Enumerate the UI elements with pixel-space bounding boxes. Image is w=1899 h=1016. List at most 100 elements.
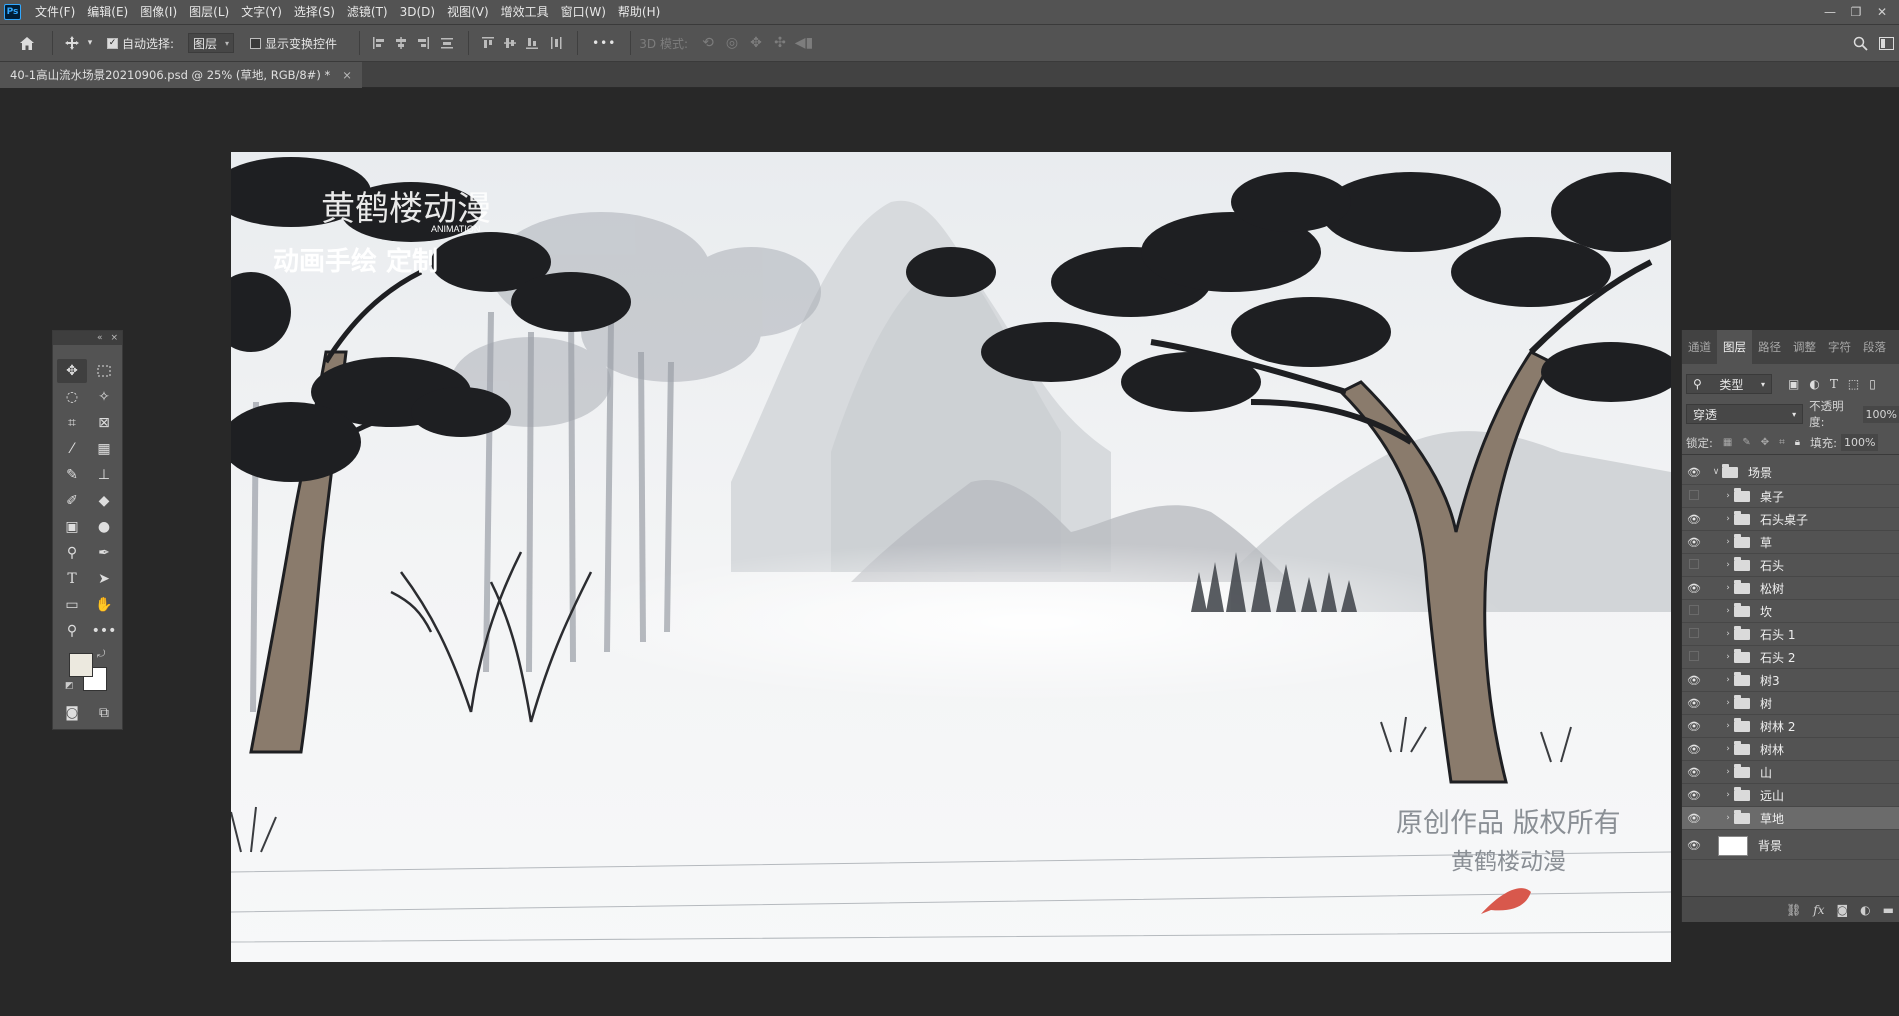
filter-smart-icon[interactable]: ▯ [1869,377,1876,391]
menu-plugins[interactable]: 增效工具 [495,0,555,24]
close-tab-button[interactable]: × [342,68,352,82]
visibility-toggle-off[interactable] [1689,650,1699,661]
history-brush-icon[interactable]: ✐ [57,489,87,513]
visibility-eye-icon[interactable]: 👁︎ [1682,466,1706,479]
close-window-button[interactable]: ✕ [1869,5,1895,19]
menu-view[interactable]: 视图(V) [441,0,495,24]
align-center-h-icon[interactable] [390,24,412,62]
auto-select-target-dropdown[interactable]: 图层 ▾ [188,33,235,53]
distribute-icon[interactable] [434,24,460,62]
layer-row[interactable]: 👁︎ › 石头桌子 [1682,508,1899,531]
pen-tool-icon[interactable]: ✒ [89,541,119,565]
rectangle-tool-icon[interactable]: ▭ [57,593,87,617]
document-tab[interactable]: 40-1高山流水场景20210906.psd @ 25% (草地, RGB/8#… [0,62,362,88]
eyedropper-icon[interactable]: ⁄ [57,437,87,461]
tab-adjustments[interactable]: 调整 [1787,330,1822,364]
visibility-slot[interactable] [1682,627,1706,641]
opacity-input[interactable]: 100% [1862,405,1899,423]
lock-all-icon[interactable]: 🔒︎ [1795,437,1800,448]
chevron-down-icon[interactable]: ▾ [83,24,97,62]
chevron-right-icon[interactable]: › [1722,606,1734,616]
align-middle-v-icon[interactable] [499,24,521,62]
filter-adjust-icon[interactable]: ◐ [1809,377,1819,391]
layer-row[interactable]: › 坎 [1682,600,1899,623]
hand-tool-icon[interactable]: ✋ [89,593,119,617]
menu-image[interactable]: 图像(I) [134,0,183,24]
3d-camera-icon[interactable]: ◀▮ [792,24,816,62]
layer-row[interactable]: › 石头 2 [1682,646,1899,669]
visibility-eye-icon[interactable]: 👁︎ [1682,513,1706,526]
layer-row[interactable]: › 桌子 [1682,485,1899,508]
close-panel-icon[interactable]: × [110,333,118,343]
new-group-icon[interactable]: ▬ [1883,903,1894,917]
menu-file[interactable]: 文件(F) [29,0,81,24]
layer-row[interactable]: 👁︎ › 树3 [1682,669,1899,692]
filter-shape-icon[interactable]: ⬚ [1848,377,1859,391]
home-icon[interactable] [10,24,44,62]
chevron-right-icon[interactable]: › [1722,560,1734,570]
patch-tool-icon[interactable]: ▦ [89,437,119,461]
visibility-eye-icon[interactable]: 👁︎ [1682,812,1706,825]
dodge-tool-icon[interactable]: ⚲ [57,541,87,565]
menu-select[interactable]: 选择(S) [288,0,341,24]
visibility-eye-icon[interactable]: 👁︎ [1682,582,1706,595]
layer-filter-dropdown[interactable]: ⚲ 类型 ▾ [1686,374,1772,394]
blend-mode-dropdown[interactable]: 穿透 ▾ [1686,404,1804,424]
adjustment-icon[interactable]: ◐ [1860,903,1870,917]
blur-tool-icon[interactable]: ● [89,515,119,539]
menu-type[interactable]: 文字(Y) [235,0,288,24]
visibility-toggle-off[interactable] [1689,604,1699,615]
auto-select-checkbox[interactable]: ✓ [107,37,118,49]
collapse-panel-icon[interactable]: « [97,333,103,343]
layer-row[interactable]: 👁︎ › 远山 [1682,784,1899,807]
visibility-eye-icon[interactable]: 👁︎ [1682,697,1706,710]
fx-icon[interactable]: fx [1813,903,1824,917]
visibility-eye-icon[interactable]: 👁︎ [1682,720,1706,733]
layer-group-scene[interactable]: 👁︎ ∨ 场景 [1682,460,1899,485]
quick-mask-icon[interactable]: ◙ [57,701,87,725]
chevron-right-icon[interactable]: › [1722,491,1734,501]
filter-pixel-icon[interactable]: ▣ [1788,377,1799,391]
chevron-down-icon[interactable]: ∨ [1710,467,1722,477]
path-select-icon[interactable]: ➤ [89,567,119,591]
chevron-right-icon[interactable]: › [1722,583,1734,593]
chevron-right-icon[interactable]: › [1722,698,1734,708]
visibility-toggle-off[interactable] [1689,627,1699,638]
visibility-toggle-off[interactable] [1689,558,1699,569]
menu-help[interactable]: 帮助(H) [612,0,666,24]
crop-tool-icon[interactable]: ⌗ [57,411,87,435]
document-canvas[interactable]: 黄鹤楼动漫 ANIMATION 动画手绘 定制 原创作品 版权所有 黄鹤楼动漫 [231,152,1671,962]
restore-button[interactable]: ❐ [1843,5,1869,19]
visibility-eye-icon[interactable]: 👁︎ [1682,674,1706,687]
foreground-color-swatch[interactable] [69,653,93,677]
distribute-v-icon[interactable] [543,24,569,62]
gradient-tool-icon[interactable]: ▣ [57,515,87,539]
stamp-tool-icon[interactable]: ⊥ [89,463,119,487]
menu-layer[interactable]: 图层(L) [183,0,235,24]
layer-row[interactable]: 👁︎ › 树 [1682,692,1899,715]
menu-edit[interactable]: 编辑(E) [81,0,134,24]
more-options-button[interactable]: ••• [592,36,616,50]
menu-window[interactable]: 窗口(W) [555,0,612,24]
menu-3d[interactable]: 3D(D) [394,0,441,24]
move-tool-icon[interactable] [61,24,83,62]
type-tool-icon[interactable]: T [57,567,87,591]
layer-row[interactable]: 👁︎ › 草地 [1682,807,1899,830]
mask-icon[interactable]: ◙ [1837,903,1849,917]
layer-row[interactable]: 👁︎ › 草 [1682,531,1899,554]
visibility-toggle-off[interactable] [1689,489,1699,500]
visibility-eye-icon[interactable]: 👁︎ [1682,789,1706,802]
visibility-eye-icon[interactable]: 👁︎ [1682,839,1706,852]
more-tools-icon[interactable]: ••• [89,619,119,643]
tab-character[interactable]: 字符 [1822,330,1857,364]
chevron-right-icon[interactable]: › [1722,813,1734,823]
screen-mode-icon[interactable]: ⧉ [89,701,119,725]
link-icon[interactable]: ⛓ [1786,903,1801,917]
visibility-slot[interactable] [1682,604,1706,618]
brush-tool-icon[interactable]: ✎ [57,463,87,487]
move-tool-icon[interactable]: ✥ [57,359,87,383]
fill-input[interactable]: 100% [1840,434,1879,451]
visibility-eye-icon[interactable]: 👁︎ [1682,766,1706,779]
lasso-tool-icon[interactable]: ◌ [57,385,87,409]
eraser-tool-icon[interactable]: ◆ [89,489,119,513]
